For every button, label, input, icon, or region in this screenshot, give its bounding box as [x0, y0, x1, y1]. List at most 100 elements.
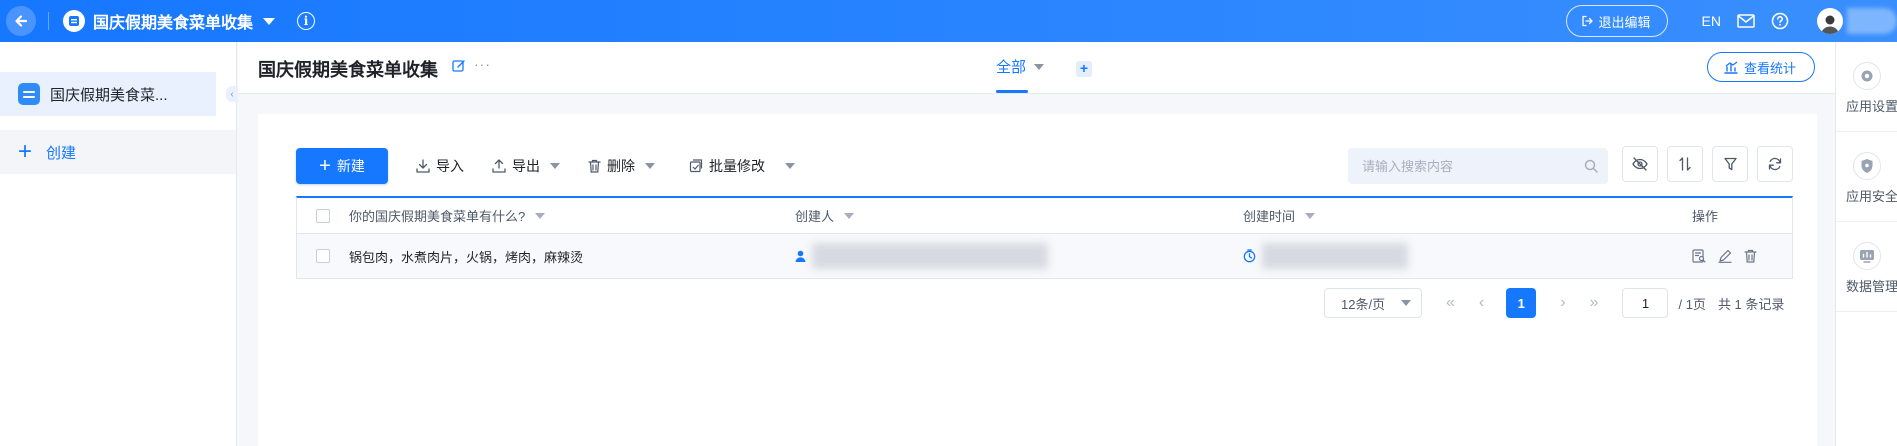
rail-item-app-settings[interactable]: 应用设置: [1836, 42, 1897, 132]
chevron-down-icon: [645, 163, 655, 169]
trash-icon[interactable]: [1744, 249, 1757, 263]
export-label: 导出: [512, 158, 540, 174]
page-title: 国庆假期美食菜单收集: [258, 60, 438, 80]
row-checkbox[interactable]: [316, 249, 330, 263]
sidebar-item-form[interactable]: 国庆假期美食菜...: [0, 72, 216, 116]
more-icon[interactable]: ···: [474, 56, 491, 72]
total-pages: / 1页: [1678, 296, 1706, 312]
search-input[interactable]: [1362, 158, 1584, 174]
sidebar-collapse-handle[interactable]: ‹: [226, 86, 238, 102]
column-header-label: 创建时间: [1243, 209, 1296, 224]
view-stats-button[interactable]: 查看统计: [1706, 52, 1815, 82]
left-sidebar: 国庆假期美食菜... ‹ + 创建: [0, 42, 238, 446]
plus-icon: +: [319, 155, 331, 177]
rail-item-app-security[interactable]: 应用安全: [1836, 132, 1897, 222]
app-title: 国庆假期美食菜单收集: [93, 15, 254, 32]
import-label: 导入: [436, 158, 464, 174]
tab-all[interactable]: 全部: [996, 56, 1045, 77]
table-row[interactable]: 锅包肉，水煮肉片，火锅，烤肉，麻辣烫: [297, 234, 1792, 278]
form-icon: [18, 83, 40, 105]
logout-icon: [1581, 15, 1593, 27]
create-button[interactable]: + 创建: [0, 130, 236, 174]
create-label: 创建: [46, 144, 77, 162]
batch-edit-icon: [689, 159, 703, 173]
help-icon[interactable]: [1771, 12, 1789, 30]
prev-page-icon[interactable]: ‹: [1479, 294, 1484, 312]
top-right-actions: 退出编辑 EN: [1565, 0, 1897, 42]
delete-button[interactable]: 删除: [588, 156, 655, 176]
pagination: 12条/页 « ‹ 1 › » / 1页 共 1 条记录: [1324, 288, 1784, 318]
created-time-blurred: [1262, 243, 1408, 269]
search-icon[interactable]: [1584, 159, 1598, 173]
data-management-icon: [1853, 242, 1881, 270]
chevron-down-icon: [1034, 63, 1045, 70]
delete-label: 删除: [607, 158, 635, 174]
chart-icon: [1724, 61, 1738, 74]
plus-icon: +: [18, 138, 33, 165]
data-table: 你的国庆假期美食菜单有什么? 创建人 创建时间 操作 锅包肉，水煮肉片，火锅，烤…: [296, 196, 1793, 279]
app-form-icon: [63, 10, 85, 32]
top-bar: 国庆假期美食菜单收集 i 退出编辑 EN: [0, 0, 1897, 42]
column-header-label: 创建人: [795, 209, 835, 224]
next-page-icon[interactable]: ›: [1560, 294, 1565, 312]
filter-icon: [1723, 157, 1737, 171]
user-name-blurred: [1847, 8, 1897, 34]
search-box: [1348, 148, 1608, 184]
user-menu[interactable]: [1817, 8, 1897, 34]
batch-edit-button[interactable]: 批量修改: [689, 156, 765, 176]
column-header-label: 操作: [1692, 209, 1719, 224]
header-checkbox-cell: [297, 208, 349, 223]
row-checkbox-cell: [297, 249, 349, 263]
page-size-value: 12条/页: [1341, 296, 1386, 312]
eye-off-icon: [1632, 157, 1648, 171]
sort-button[interactable]: [1667, 146, 1703, 182]
current-page-button[interactable]: 1: [1506, 288, 1537, 318]
back-button[interactable]: [6, 6, 36, 36]
new-label: 新建: [336, 158, 365, 174]
last-page-icon[interactable]: »: [1590, 294, 1599, 312]
shield-icon: [1853, 152, 1881, 180]
rail-label: 数据管理: [1846, 279, 1897, 294]
cell-actions: [1692, 249, 1792, 263]
exit-edit-label: 退出编辑: [1598, 14, 1651, 30]
rail-label: 应用设置: [1846, 99, 1897, 114]
column-header-creator[interactable]: 创建人: [795, 206, 1243, 225]
chevron-down-icon: [844, 212, 855, 219]
hide-fields-button[interactable]: [1622, 146, 1658, 182]
page-size-select[interactable]: 12条/页: [1324, 288, 1422, 318]
select-all-checkbox[interactable]: [316, 208, 330, 223]
clock-icon: [1243, 249, 1256, 263]
cell-created-time: [1243, 243, 1692, 269]
edit-title-icon[interactable]: [452, 59, 466, 73]
info-icon[interactable]: i: [297, 12, 316, 30]
page-jump-input[interactable]: [1622, 288, 1669, 318]
column-header-question[interactable]: 你的国庆假期美食菜单有什么?: [349, 206, 795, 225]
column-header-created-time[interactable]: 创建时间: [1243, 206, 1692, 225]
new-button[interactable]: + 新建: [296, 148, 388, 184]
mail-icon[interactable]: [1737, 14, 1755, 28]
batch-edit-label: 批量修改: [709, 158, 765, 174]
refresh-button[interactable]: [1757, 146, 1793, 182]
batch-edit-chevron-down-icon[interactable]: [785, 163, 795, 169]
chevron-down-icon: [535, 212, 546, 219]
arrow-left-icon: [15, 15, 28, 27]
rail-item-data-management[interactable]: 数据管理: [1836, 222, 1897, 312]
trash-icon: [588, 159, 601, 173]
view-detail-icon[interactable]: [1692, 249, 1706, 263]
export-button[interactable]: 导出: [492, 156, 560, 176]
filter-button[interactable]: [1712, 146, 1748, 182]
edit-icon[interactable]: [1718, 249, 1732, 263]
exit-edit-button[interactable]: 退出编辑: [1565, 5, 1668, 37]
import-button[interactable]: 导入: [416, 156, 464, 176]
add-view-button[interactable]: +: [1076, 61, 1092, 77]
first-page-icon[interactable]: «: [1446, 294, 1455, 312]
avatar: [1817, 8, 1843, 34]
toolbar: + 新建 导入 导出 删除 批量修改: [296, 148, 795, 184]
language-switch[interactable]: EN: [1702, 13, 1721, 29]
app-switch-chevron-down-icon[interactable]: [263, 17, 276, 25]
sort-icon: [1679, 157, 1691, 171]
column-header-actions: 操作: [1692, 206, 1792, 225]
column-header-label: 你的国庆假期美食菜单有什么?: [349, 209, 526, 224]
view-stats-label: 查看统计: [1743, 60, 1796, 76]
export-icon: [492, 159, 506, 173]
